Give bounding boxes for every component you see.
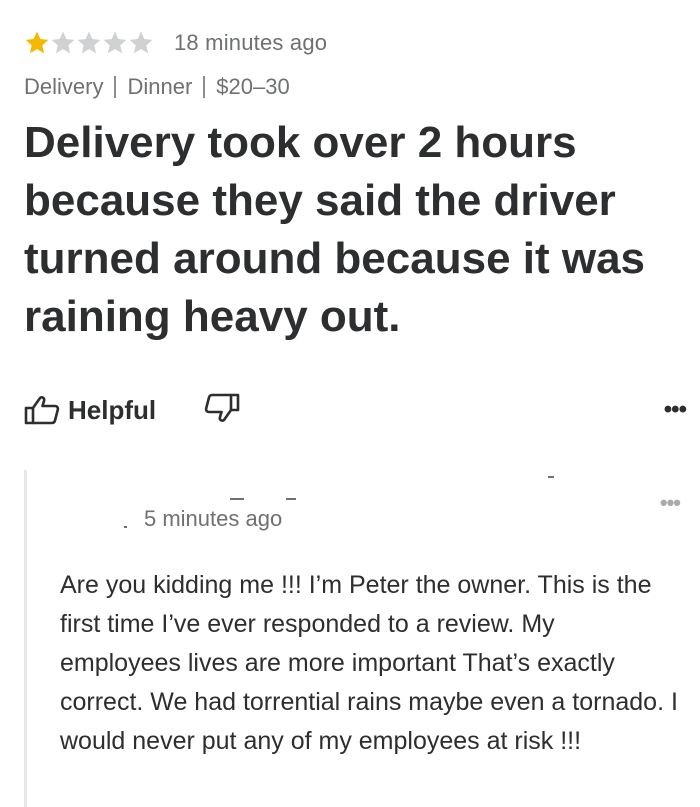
- review-actions: Helpful •••: [24, 384, 687, 436]
- star-empty-icon: [129, 31, 153, 54]
- star-empty-icon: [51, 31, 75, 54]
- redacted-mark: [548, 476, 554, 478]
- tag-price: $20–30: [216, 74, 290, 99]
- review-tags: Delivery Dinner $20–30: [24, 72, 684, 102]
- star-empty-icon: [103, 31, 127, 54]
- review-headline: Delivery took over 2 hours because they …: [24, 118, 646, 341]
- star-rating: [24, 30, 154, 56]
- thumbs-down-icon: [204, 393, 240, 427]
- tag-dinner: Dinner: [127, 74, 193, 99]
- tag-divider: [114, 76, 117, 98]
- thumbs-down-button[interactable]: [204, 393, 240, 428]
- redacted-mark: [124, 526, 127, 528]
- review-meta: 18 minutes ago: [24, 24, 684, 62]
- star-filled-icon: [25, 31, 49, 54]
- reply-more-options-button[interactable]: •••: [660, 490, 681, 516]
- helpful-button[interactable]: Helpful: [24, 395, 156, 426]
- more-options-button[interactable]: •••: [664, 396, 687, 424]
- reply-body: Are you kidding me !!! I’m Peter the own…: [60, 571, 678, 755]
- redacted-mark: [286, 498, 296, 500]
- tag-delivery: Delivery: [24, 74, 104, 99]
- reply-border: [24, 470, 27, 807]
- thumbs-up-icon: [24, 395, 60, 425]
- helpful-label: Helpful: [68, 394, 157, 425]
- owner-reply: ••• 5 minutes ago Are you kidding me !!!…: [24, 470, 684, 807]
- review-timestamp: 18 minutes ago: [174, 30, 328, 55]
- redacted-mark: [230, 498, 244, 500]
- star-empty-icon: [77, 31, 101, 54]
- review-card: 18 minutes ago Delivery Dinner $20–30 De…: [24, 24, 684, 346]
- tag-divider: [203, 76, 206, 98]
- reply-timestamp: 5 minutes ago: [144, 506, 283, 531]
